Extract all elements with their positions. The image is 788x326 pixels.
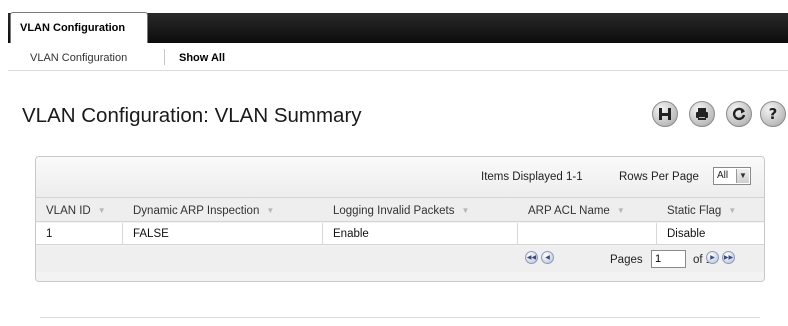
print-button[interactable] bbox=[689, 101, 715, 127]
page-title: VLAN Configuration: VLAN Summary bbox=[22, 104, 362, 127]
sub-navigation: VLAN Configuration Show All bbox=[8, 43, 788, 71]
tab-vlan-configuration[interactable]: VLAN Configuration bbox=[10, 12, 148, 43]
subnav-vlan-configuration[interactable]: VLAN Configuration bbox=[30, 52, 127, 64]
page-number-input[interactable] bbox=[651, 250, 686, 268]
refresh-icon bbox=[732, 107, 746, 121]
last-page-icon: ▶▶ bbox=[723, 254, 734, 261]
print-icon bbox=[696, 108, 708, 120]
cell-static-flag: Disable bbox=[667, 228, 706, 240]
cell-vlan-id: 1 bbox=[46, 228, 53, 240]
sort-icon: ▼ bbox=[97, 206, 106, 215]
sort-icon: ▼ bbox=[266, 206, 275, 215]
previous-page-icon: ◀ bbox=[545, 254, 550, 261]
save-button[interactable] bbox=[652, 101, 678, 127]
sort-icon: ▼ bbox=[461, 206, 470, 215]
cell-dynamic-arp-inspection: FALSE bbox=[133, 228, 169, 240]
column-header-vlan-id[interactable]: VLAN ID ▼ bbox=[46, 205, 106, 217]
column-divider bbox=[656, 223, 657, 245]
sort-icon: ▼ bbox=[728, 206, 737, 215]
cell-logging-invalid-packets: Enable bbox=[333, 228, 369, 240]
last-page-button[interactable]: ▶▶ bbox=[722, 251, 735, 264]
column-header-static-flag[interactable]: Static Flag ▼ bbox=[667, 205, 736, 217]
column-header-logging-invalid-packets[interactable]: Logging Invalid Packets ▼ bbox=[333, 205, 469, 217]
first-page-button[interactable]: ◀◀ bbox=[525, 251, 538, 264]
help-icon: ? bbox=[768, 104, 778, 123]
sort-icon: ▼ bbox=[616, 206, 625, 215]
next-page-button[interactable]: ▶ bbox=[706, 251, 719, 264]
first-page-icon: ◀◀ bbox=[526, 254, 537, 261]
table-toolbar: Items Displayed 1-1 Rows Per Page All ▼ bbox=[36, 157, 764, 197]
refresh-button[interactable] bbox=[726, 101, 752, 127]
chevron-down-icon: ▼ bbox=[736, 169, 749, 183]
column-header-dynamic-arp-inspection[interactable]: Dynamic ARP Inspection ▼ bbox=[133, 205, 274, 217]
rows-per-page-value: All bbox=[717, 170, 729, 181]
column-divider bbox=[122, 223, 123, 245]
vlan-summary-table-panel: Items Displayed 1-1 Rows Per Page All ▼ … bbox=[35, 156, 765, 282]
save-icon bbox=[659, 108, 671, 120]
subnav-show-all[interactable]: Show All bbox=[179, 52, 225, 64]
pages-label: Pages bbox=[610, 254, 643, 266]
next-page-icon: ▶ bbox=[710, 254, 715, 261]
column-divider bbox=[322, 223, 323, 245]
table-row[interactable]: 1 FALSE Enable Disable bbox=[36, 223, 764, 245]
previous-page-button[interactable]: ◀ bbox=[541, 251, 554, 264]
items-displayed-label: Items Displayed 1-1 bbox=[481, 171, 583, 183]
divider bbox=[40, 317, 760, 318]
rows-per-page-label: Rows Per Page bbox=[619, 171, 699, 183]
rows-per-page-select[interactable]: All ▼ bbox=[713, 167, 751, 185]
table-header: VLAN ID ▼ Dynamic ARP Inspection ▼ Logging… bbox=[36, 197, 764, 222]
subnav-divider bbox=[164, 49, 165, 65]
column-divider bbox=[517, 223, 518, 245]
pagination-bar: ◀◀ ◀ Pages of 1 ▶ ▶▶ bbox=[36, 246, 764, 272]
help-button[interactable]: ? bbox=[760, 101, 786, 127]
column-header-arp-acl-name[interactable]: ARP ACL Name ▼ bbox=[528, 205, 625, 217]
